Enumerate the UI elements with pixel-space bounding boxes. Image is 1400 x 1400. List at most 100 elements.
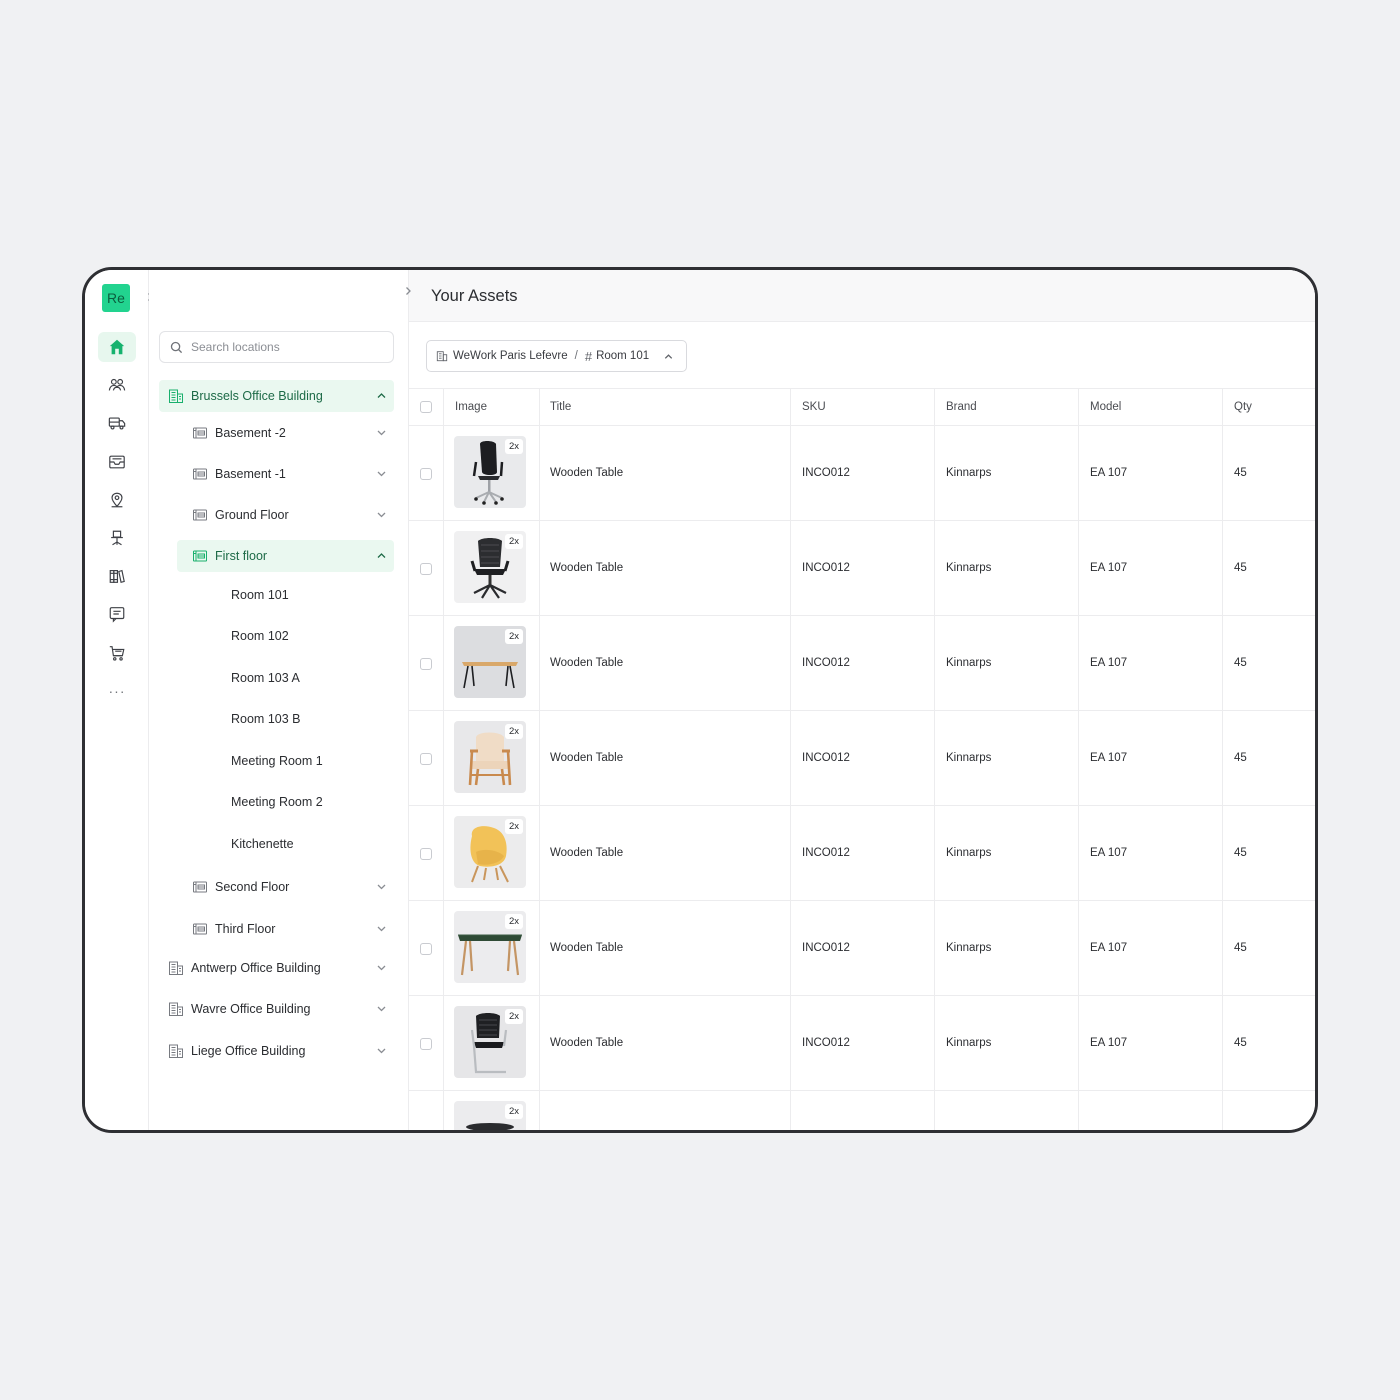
tree-item-first-floor[interactable]: First floor — [177, 540, 394, 572]
tree-item-room-103-a[interactable]: Room 103 A — [177, 662, 394, 694]
column-header-title[interactable]: Title — [550, 401, 571, 413]
tree-item-label: Liege Office Building — [191, 1044, 306, 1058]
inbox-icon[interactable] — [98, 447, 136, 477]
users-icon[interactable] — [98, 370, 136, 400]
row-checkbox[interactable] — [420, 468, 432, 480]
cell-model: EA 107 — [1090, 467, 1128, 479]
tree-item-label: Room 102 — [231, 629, 289, 643]
tree-item-meeting-room-1[interactable]: Meeting Room 1 — [177, 745, 394, 777]
floor-icon — [191, 879, 209, 895]
product-image[interactable]: 2x — [454, 1006, 526, 1078]
quantity-badge: 2x — [505, 724, 523, 739]
table-row[interactable]: 2x Wooden Table INCO012 Kinnarps EA 107 45 — [409, 616, 1315, 711]
floor-icon — [191, 425, 209, 441]
chevron-up-icon[interactable] — [663, 351, 674, 362]
search-input[interactable] — [191, 340, 381, 354]
tree-item-third-floor[interactable]: Third Floor — [177, 913, 394, 945]
tree-item-basement-2[interactable]: Basement -2 — [177, 417, 394, 449]
cell-sku: INCO012 — [802, 562, 850, 574]
cell-model: EA 107 — [1090, 562, 1128, 574]
row-checkbox[interactable] — [420, 563, 432, 575]
product-image[interactable]: 2x — [454, 1101, 526, 1130]
chevron-down-icon[interactable] — [375, 1044, 388, 1057]
tree-item-basement-1[interactable]: Basement -1 — [177, 458, 394, 490]
tree-item-brussels-office-building[interactable]: Brussels Office Building — [159, 380, 394, 412]
tree-item-meeting-room-2[interactable]: Meeting Room 2 — [177, 786, 394, 818]
table-row[interactable]: 2x Wooden Table INCO012 Kinnarps EA 107 45 — [409, 901, 1315, 996]
truck-icon[interactable] — [98, 408, 136, 438]
breadcrumb-building[interactable]: WeWork Paris Lefevre — [453, 350, 568, 362]
cell-qty: 45 — [1234, 657, 1247, 669]
cell-brand: Kinnarps — [946, 942, 992, 954]
cell-qty: 45 — [1234, 1037, 1247, 1049]
chevron-down-icon[interactable] — [375, 467, 388, 480]
row-checkbox[interactable] — [420, 848, 432, 860]
tree-item-room-101[interactable]: Room 101 — [177, 579, 394, 611]
column-header-image[interactable]: Image — [455, 401, 487, 413]
building-icon — [167, 960, 185, 976]
app-logo[interactable]: Re — [102, 284, 130, 312]
cell-model: EA 107 — [1090, 752, 1128, 764]
product-image[interactable]: 2x — [454, 911, 526, 983]
tree-item-label: Meeting Room 2 — [231, 795, 323, 809]
breadcrumb-room[interactable]: Room 101 — [596, 350, 649, 362]
cell-title: Wooden Table — [550, 657, 624, 669]
tree-item-ground-floor[interactable]: Ground Floor — [177, 499, 394, 531]
cell-title: Wooden Table — [550, 752, 624, 764]
column-header-model[interactable]: Model — [1090, 401, 1121, 413]
tree-item-room-103-b[interactable]: Room 103 B — [177, 703, 394, 735]
table-row[interactable]: 2x Wooden Table INCO012 Kinnarps EA 107 45 — [409, 426, 1315, 521]
row-checkbox[interactable] — [420, 1038, 432, 1050]
collapse-panel-chevron-icon[interactable] — [403, 286, 415, 300]
cell-qty: 45 — [1234, 752, 1247, 764]
hash-icon: # — [584, 348, 593, 364]
search-box[interactable] — [159, 331, 394, 363]
table-row[interactable]: 2x Wooden Table INCO012 Kinnarps EA 107 45 — [409, 711, 1315, 806]
chevron-up-icon[interactable] — [375, 389, 388, 402]
page-title: Your Assets — [431, 287, 518, 305]
chevron-down-icon[interactable] — [375, 880, 388, 893]
cell-brand: Kinnarps — [946, 562, 992, 574]
cell-model: EA 107 — [1090, 1037, 1128, 1049]
tree-item-room-102[interactable]: Room 102 — [177, 620, 394, 652]
column-header-qty[interactable]: Qty — [1234, 401, 1252, 413]
product-image[interactable]: 2x — [454, 436, 526, 508]
row-checkbox[interactable] — [420, 658, 432, 670]
chevron-down-icon[interactable] — [375, 961, 388, 974]
tree-item-second-floor[interactable]: Second Floor — [177, 871, 394, 903]
chevron-down-icon[interactable] — [375, 508, 388, 521]
more-icon[interactable]: ··· — [98, 676, 136, 706]
tree-item-liege-office-building[interactable]: Liege Office Building — [159, 1035, 394, 1067]
table-row[interactable]: 2x Wooden Table INCO012 Kinnarps EA 107 45 — [409, 996, 1315, 1091]
map-pin-icon[interactable] — [98, 485, 136, 515]
select-all-checkbox[interactable] — [420, 401, 432, 413]
table-row[interactable]: 2x Wooden Table INCO012 Kinnarps EA 107 45 — [409, 806, 1315, 901]
row-checkbox[interactable] — [420, 753, 432, 765]
chevron-down-icon[interactable] — [375, 426, 388, 439]
table-row[interactable]: 2x — [409, 1091, 1315, 1130]
cell-sku: INCO012 — [802, 467, 850, 479]
product-image[interactable]: 2x — [454, 531, 526, 603]
chevron-down-icon[interactable] — [375, 922, 388, 935]
message-icon[interactable] — [98, 599, 136, 629]
column-header-brand[interactable]: Brand — [946, 401, 977, 413]
breadcrumb[interactable]: WeWork Paris Lefevre / # Room 101 — [426, 340, 688, 372]
tree-item-kitchenette[interactable]: Kitchenette — [177, 828, 394, 860]
chevron-up-icon[interactable] — [375, 549, 388, 562]
tree-item-antwerp-office-building[interactable]: Antwerp Office Building — [159, 952, 394, 984]
row-checkbox[interactable] — [420, 943, 432, 955]
product-image[interactable]: 2x — [454, 721, 526, 793]
tree-item-wavre-office-building[interactable]: Wavre Office Building — [159, 993, 394, 1025]
home-icon[interactable] — [98, 332, 136, 362]
product-image[interactable]: 2x — [454, 626, 526, 698]
main-content: Your Assets WeWork Paris Lefevre / # Roo… — [406, 270, 1315, 1130]
books-icon[interactable] — [98, 561, 136, 591]
office-chair-icon[interactable] — [98, 523, 136, 553]
chevron-down-icon[interactable] — [375, 1002, 388, 1015]
cart-icon[interactable] — [98, 638, 136, 668]
cell-sku: INCO012 — [802, 752, 850, 764]
column-header-sku[interactable]: SKU — [802, 401, 826, 413]
cell-brand: Kinnarps — [946, 467, 992, 479]
product-image[interactable]: 2x — [454, 816, 526, 888]
table-row[interactable]: 2x Wooden Table INCO012 Kinnarps EA 107 45 — [409, 521, 1315, 616]
